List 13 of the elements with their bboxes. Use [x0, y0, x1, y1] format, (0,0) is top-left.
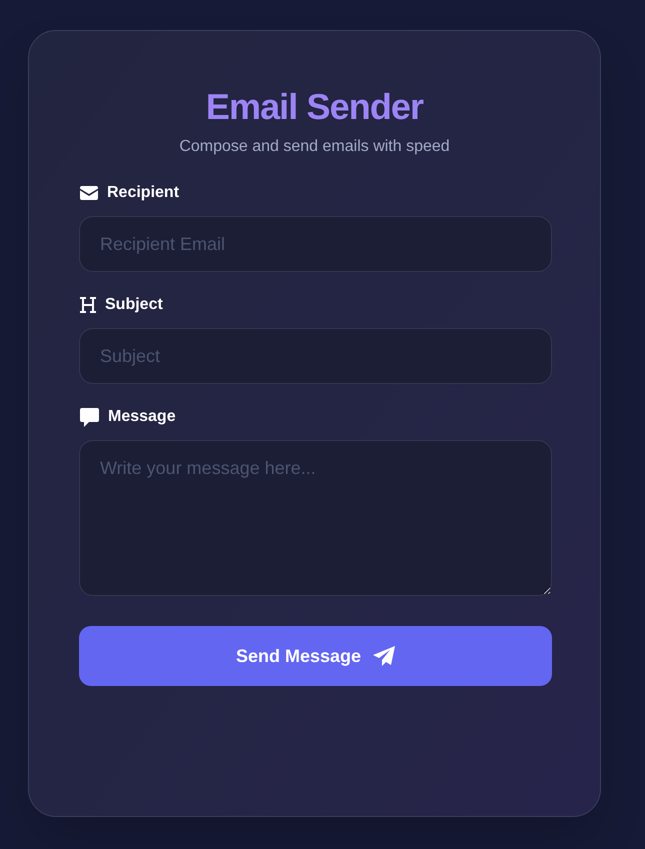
field-label: Message: [108, 407, 176, 427]
send-button[interactable]: Send Message: [79, 626, 552, 686]
input-field[interactable]: Recipient Email: [79, 216, 552, 272]
heading-icon: [80, 297, 96, 313]
envelope-icon: [80, 186, 98, 200]
paper-plane-icon: [373, 646, 396, 666]
app-subtitle: Compose and send emails with speed: [178, 137, 451, 157]
speech-bubble-icon: [80, 408, 99, 426]
message-field[interactable]: Write your message here...: [79, 440, 552, 596]
app-title: Email Sender: [204, 85, 424, 129]
field-label: Subject: [105, 295, 163, 315]
input-field[interactable]: Subject: [79, 328, 552, 384]
field-label: Recipient: [107, 183, 180, 203]
